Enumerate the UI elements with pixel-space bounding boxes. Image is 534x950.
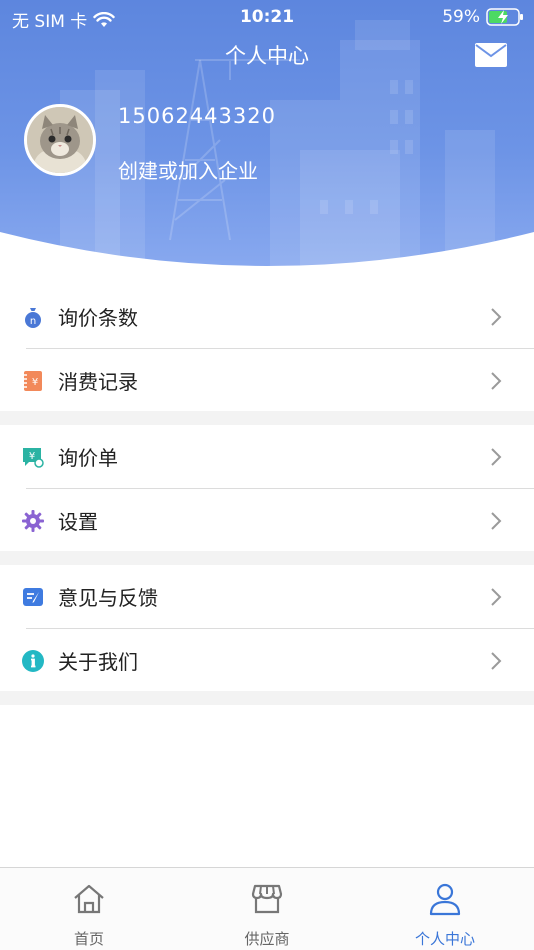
tab-label-suppliers: 供应商 bbox=[244, 930, 290, 948]
menu-label-inquiry-sheet: 询价单 bbox=[58, 446, 118, 470]
menu-label-settings: 设置 bbox=[58, 510, 98, 534]
menu-label-consumption-record: 消费记录 bbox=[58, 370, 138, 394]
profile-header: 无 SIM 卡 10:21 59% 个人中心 15062443320 创建或加入… bbox=[0, 0, 534, 276]
user-phone: 15062443320 bbox=[118, 104, 276, 128]
chevron-right-icon bbox=[491, 371, 502, 390]
home-icon bbox=[74, 884, 104, 914]
store-icon bbox=[251, 884, 283, 914]
battery-charging-icon bbox=[486, 8, 523, 26]
feedback-edit-icon bbox=[23, 587, 43, 606]
menu-item-feedback[interactable]: 意见与反馈 bbox=[0, 565, 534, 628]
chevron-right-icon bbox=[491, 587, 502, 606]
menu-label-about-us: 关于我们 bbox=[58, 650, 138, 674]
user-icon bbox=[429, 883, 461, 916]
chevron-right-icon bbox=[491, 447, 502, 466]
tab-suppliers[interactable]: 供应商 bbox=[178, 868, 356, 950]
tab-bar: 首页 供应商 个人中心 bbox=[0, 867, 534, 950]
join-company-link[interactable]: 创建或加入企业 bbox=[118, 155, 258, 184]
tab-personal-center[interactable]: 个人中心 bbox=[356, 868, 534, 950]
menu-label-inquiry-count: 询价条数 bbox=[58, 306, 138, 330]
tab-label-personal-center: 个人中心 bbox=[414, 930, 475, 948]
avatar[interactable] bbox=[24, 104, 96, 176]
menu-item-consumption-record[interactable]: ¥ 消费记录 bbox=[0, 349, 534, 412]
menu-item-about-us[interactable]: 关于我们 bbox=[0, 629, 534, 692]
menu-group-orders: ¥ 询价单 设置 bbox=[0, 425, 534, 552]
status-bar: 无 SIM 卡 10:21 59% bbox=[0, 0, 534, 36]
section-separator bbox=[0, 411, 534, 425]
menu-item-inquiry-sheet[interactable]: ¥ 询价单 bbox=[0, 425, 534, 488]
mail-icon[interactable] bbox=[474, 42, 508, 68]
chevron-right-icon bbox=[491, 307, 502, 326]
battery-percent: 59% bbox=[442, 7, 480, 27]
tab-label-home: 首页 bbox=[73, 930, 104, 948]
info-icon bbox=[22, 649, 44, 672]
money-bag-icon: n bbox=[25, 307, 41, 328]
menu-label-feedback: 意见与反馈 bbox=[58, 586, 158, 610]
page-title: 个人中心 bbox=[225, 44, 309, 68]
tab-home[interactable]: 首页 bbox=[0, 868, 178, 950]
svg-text:¥: ¥ bbox=[29, 451, 35, 462]
receipt-icon: ¥ bbox=[24, 370, 42, 391]
section-separator bbox=[0, 551, 534, 565]
svg-text:n: n bbox=[30, 316, 36, 327]
svg-text:¥: ¥ bbox=[32, 377, 38, 388]
menu-group-account: n 询价条数 ¥ 消费记录 bbox=[0, 285, 534, 412]
cat-avatar-image bbox=[27, 107, 93, 173]
menu-item-inquiry-count[interactable]: n 询价条数 bbox=[0, 285, 534, 348]
menu-group-support: 意见与反馈 关于我们 bbox=[0, 565, 534, 692]
chevron-right-icon bbox=[491, 511, 502, 530]
section-separator bbox=[0, 691, 534, 705]
menu-item-settings[interactable]: 设置 bbox=[0, 489, 534, 552]
inquiry-sheet-icon: ¥ bbox=[23, 447, 44, 468]
gear-icon bbox=[22, 509, 44, 532]
chevron-right-icon bbox=[491, 651, 502, 670]
